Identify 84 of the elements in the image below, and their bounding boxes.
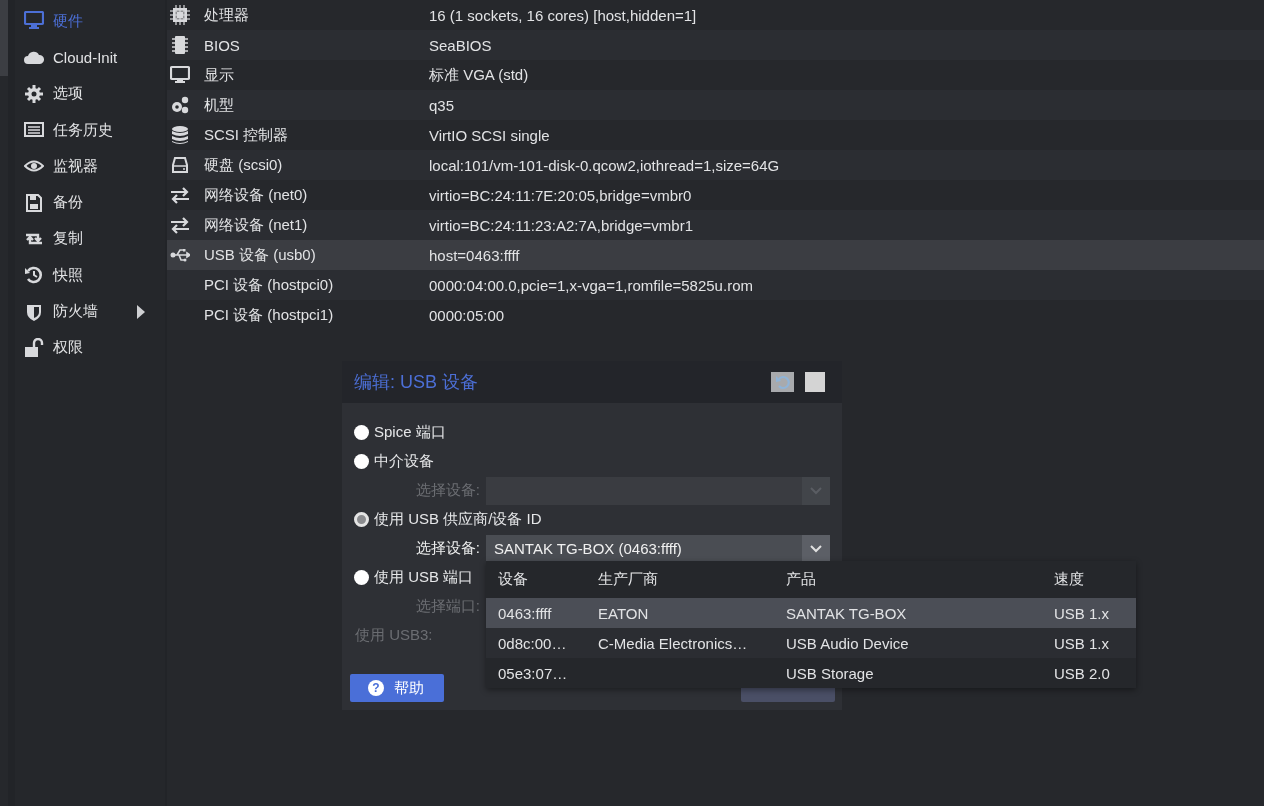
table-cell-text: C-Media Electronics… — [597, 634, 749, 652]
window-button[interactable] — [805, 372, 825, 392]
sidebar-item[interactable]: 选项 — [15, 75, 165, 112]
database-icon — [170, 125, 190, 145]
scrollbar-thumb[interactable] — [0, 0, 8, 76]
table-cell-text: 05e3:07… — [497, 664, 569, 682]
table-row[interactable]: 网络设备 (net1) virtio=BC:24:11:23:A2:7A,bridge=vmbr1 — [167, 210, 1264, 240]
sidebar-item[interactable]: Cloud-Init — [15, 39, 165, 76]
table-cell-text: 0000:05:00 — [429, 306, 506, 324]
table-cell-text: BIOS — [204, 36, 241, 54]
sidebar-item[interactable]: 监视器 — [15, 148, 165, 185]
list-row[interactable]: 0d8c:00… C-Media Electronics… USB Audio Device USB 1.x — [486, 628, 1136, 658]
chevron-down-icon — [810, 486, 822, 495]
table-cell-text: 网络设备 (net1) — [204, 215, 309, 235]
table-cell-text: 16 (1 sockets, 16 cores) [host,hidden=1] — [429, 6, 698, 24]
table-cell-text: USB 设备 (usb0) — [204, 245, 317, 265]
radio-option[interactable]: 使用 USB 供应商/设备 ID — [354, 510, 542, 529]
help-button[interactable]: ? 帮助 — [350, 674, 444, 702]
radio-option[interactable]: 使用 USB 端口 — [354, 568, 474, 587]
table-cell-text: 显示 — [204, 65, 235, 85]
dialog-title: 编辑: USB 设备 — [354, 371, 478, 394]
table-cell-text: SANTAK TG-BOX — [785, 604, 908, 622]
unlocked-padlock-icon — [24, 337, 44, 358]
table-cell-text: PCI 设备 (hostpci1) — [204, 305, 335, 325]
column-header: 生产厂商 — [597, 570, 659, 589]
table-cell-text: USB 1.x — [1053, 634, 1111, 652]
table-cell-text: EATON — [597, 604, 650, 622]
column-header: 产品 — [785, 570, 817, 589]
refresh-button[interactable] — [771, 372, 794, 392]
sidebar-item[interactable]: 快照 — [15, 257, 165, 294]
field-label: 选择设备: — [414, 481, 481, 500]
table-cell-text: 硬盘 (scsi0) — [204, 155, 284, 175]
radio-option[interactable]: 中介设备 — [354, 452, 434, 471]
monitor-icon — [24, 11, 44, 32]
table-row[interactable]: 硬盘 (scsi0) local:101/vm-101-disk-0.qcow2,iothread=1,size=64G — [167, 150, 1264, 180]
history-icon — [24, 265, 44, 286]
help-icon: ? — [368, 680, 384, 696]
column-header: 设备 — [497, 570, 529, 589]
table-cell-text: 标准 VGA (std) — [429, 65, 530, 85]
table-cell-text: USB 1.x — [1053, 604, 1111, 622]
field-label: 使用 USB3: — [354, 626, 433, 645]
table-cell-text: 0000:04:00.0,pcie=1,x-vga=1,romfile=5825u.rom — [429, 276, 754, 294]
table-cell-text: virtio=BC:24:11:7E:20:05,bridge=vmbr0 — [429, 186, 693, 204]
sidebar-item[interactable]: 备份 — [15, 184, 165, 221]
settings-icon — [24, 83, 44, 104]
dropdown-field[interactable]: SANTAK TG-BOX (0463:ffff) — [486, 534, 830, 563]
table-cell-text: VirtIO SCSI single — [429, 126, 551, 144]
table-cell-text: USB Storage — [785, 664, 875, 682]
sidebar-item[interactable]: 防火墙 — [15, 293, 165, 330]
table-cell-text: 0463:ffff — [497, 604, 553, 622]
memory-chip-icon — [170, 35, 190, 55]
exchange-arrows-icon — [170, 215, 190, 235]
gears-icon — [170, 95, 190, 115]
table-cell-text: host=0463:ffff — [429, 246, 521, 264]
circular-arrow-icon — [774, 374, 791, 390]
chip-icon — [170, 5, 190, 25]
table-cell-text: USB Audio Device — [785, 634, 910, 652]
column-header: 速度 — [1053, 570, 1085, 589]
exchange-arrows-icon — [170, 185, 190, 205]
monitor-icon — [170, 65, 190, 85]
sidebar-item[interactable]: 任务历史 — [15, 111, 165, 149]
table-cell-text: USB 2.0 — [1053, 664, 1111, 682]
table-row[interactable]: USB 设备 (usb0) host=0463:ffff — [167, 240, 1264, 270]
table-row[interactable]: BIOS SeaBIOS — [167, 30, 1264, 60]
table-cell-text: virtio=BC:24:11:23:A2:7A,bridge=vmbr1 — [429, 216, 695, 234]
table-cell-text: 网络设备 (net0) — [204, 185, 309, 205]
table-row[interactable]: PCI 设备 (hostpci0) 0000:04:00.0,pcie=1,x-vga=1,romfile=5825u.rom — [167, 270, 1264, 300]
table-row[interactable]: 机型 q35 — [167, 90, 1264, 120]
table-cell-text: local:101/vm-101-disk-0.qcow2,iothread=1,size=64G — [429, 156, 781, 174]
chevron-down-icon — [810, 544, 822, 553]
table-cell-text: SCSI 控制器 — [204, 125, 290, 145]
hard-drive-icon — [170, 155, 190, 175]
table-cell-text: 处理器 — [204, 5, 250, 25]
table-cell-text: 机型 — [204, 95, 235, 115]
list-row[interactable]: 0463:ffff EATON SANTAK TG-BOX USB 1.x — [486, 598, 1136, 628]
field-label: 选择设备: — [414, 539, 481, 558]
radio-option[interactable]: Spice 端口 — [354, 423, 446, 442]
sidebar-item[interactable]: 权限 — [15, 329, 165, 366]
table-cell-text: q35 — [429, 96, 456, 114]
list-row[interactable]: 05e3:07… USB Storage USB 2.0 — [486, 658, 1136, 688]
table-cell-text: SeaBIOS — [429, 36, 493, 54]
sidebar-item[interactable]: 复制 — [15, 220, 165, 258]
table-cell-text: PCI 设备 (hostpci0) — [204, 275, 335, 295]
table-cell-text: 0d8c:00… — [497, 634, 568, 652]
